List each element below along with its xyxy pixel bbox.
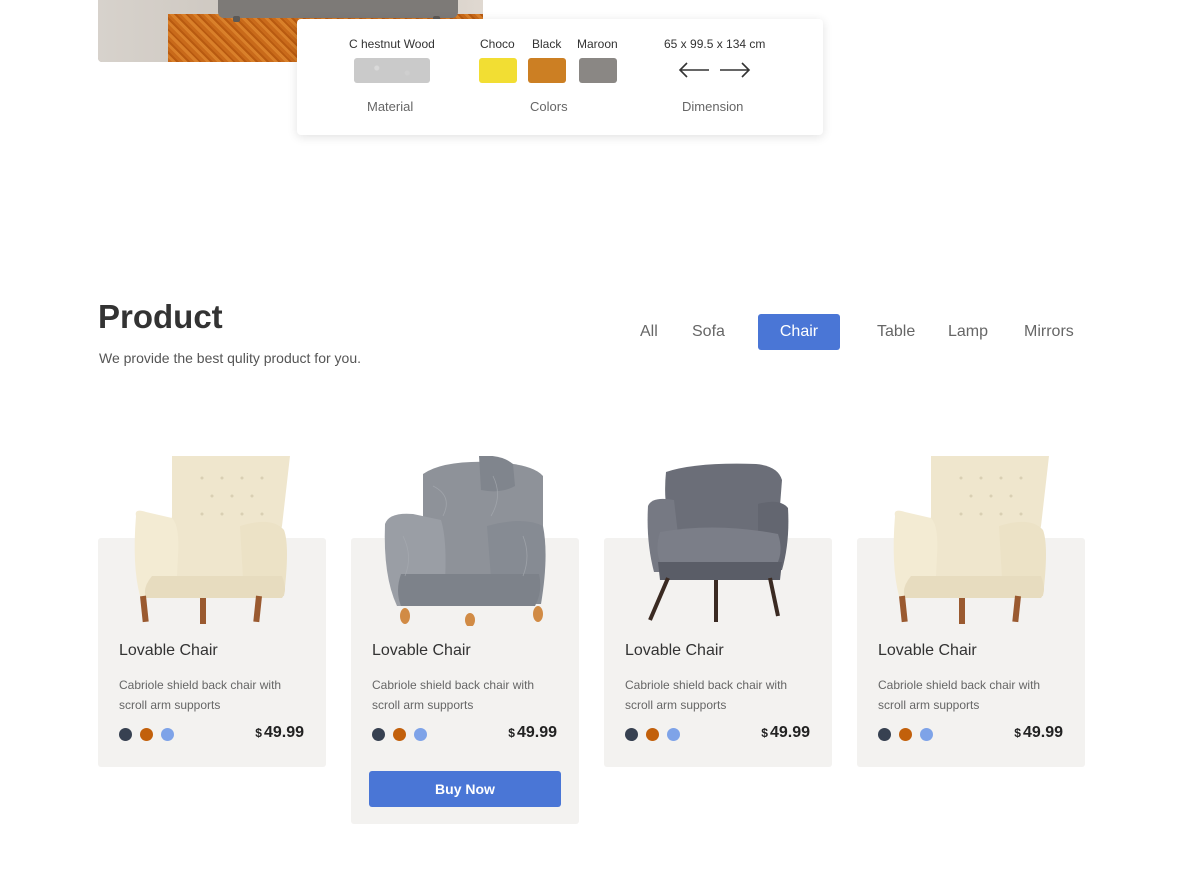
product-card[interactable]: Lovable Chair Cabriole shield back chair… xyxy=(857,456,1085,767)
color-name-choco: Choco xyxy=(480,37,515,51)
color-swatch-black[interactable] xyxy=(528,58,566,83)
filter-sofa[interactable]: Sofa xyxy=(692,323,725,341)
filter-chair[interactable]: Chair xyxy=(758,314,840,350)
section-subtitle: We provide the best qulity product for y… xyxy=(99,350,361,366)
color-dot-blue[interactable] xyxy=(161,728,174,741)
color-swatch-choco[interactable] xyxy=(479,58,517,83)
color-dot-navy[interactable] xyxy=(119,728,132,741)
color-dot-navy[interactable] xyxy=(878,728,891,741)
filter-all[interactable]: All xyxy=(640,323,658,341)
color-dot-navy[interactable] xyxy=(372,728,385,741)
color-dot-orange[interactable] xyxy=(140,728,153,741)
product-card[interactable]: Lovable Chair Cabriole shield back chair… xyxy=(351,456,579,824)
arrow-right-icon[interactable] xyxy=(719,61,751,79)
color-dot-blue[interactable] xyxy=(920,728,933,741)
color-dot-blue[interactable] xyxy=(667,728,680,741)
section-title: Product xyxy=(98,298,223,335)
dimension-label: Dimension xyxy=(682,99,744,114)
product-name: Lovable Chair xyxy=(625,642,724,659)
material-swatch xyxy=(354,58,430,83)
product-name: Lovable Chair xyxy=(372,642,471,659)
color-name-black: Black xyxy=(532,37,562,51)
product-price: $49.99 xyxy=(761,724,810,741)
material-label: Material xyxy=(367,99,414,114)
filter-table[interactable]: Table xyxy=(877,323,915,341)
product-description: Cabriole shield back chair with scroll a… xyxy=(878,678,1041,712)
color-dot-blue[interactable] xyxy=(414,728,427,741)
product-card[interactable]: Lovable Chair Cabriole shield back chair… xyxy=(98,456,326,767)
filter-lamp[interactable]: Lamp xyxy=(948,323,988,341)
product-description: Cabriole shield back chair with scroll a… xyxy=(625,678,788,712)
product-description: Cabriole shield back chair with scroll a… xyxy=(372,678,535,712)
product-price: $49.99 xyxy=(1014,724,1063,741)
color-dot-orange[interactable] xyxy=(393,728,406,741)
material-name: C hestnut Wood xyxy=(349,37,435,51)
color-name-maroon: Maroon xyxy=(577,37,618,51)
color-dot-orange[interactable] xyxy=(899,728,912,741)
product-price: $49.99 xyxy=(255,724,304,741)
filter-mirrors[interactable]: Mirrors xyxy=(1024,323,1074,341)
product-name: Lovable Chair xyxy=(119,642,218,659)
chair-image xyxy=(384,456,546,626)
product-price: $49.99 xyxy=(508,724,557,741)
color-swatch-maroon[interactable] xyxy=(579,58,617,83)
dimension-value: 65 x 99.5 x 134 cm xyxy=(664,37,766,51)
colors-label: Colors xyxy=(530,99,568,114)
chair-image xyxy=(647,463,789,622)
product-spec-card: C hestnut Wood Material Choco Black Maro… xyxy=(297,19,823,135)
product-description: Cabriole shield back chair with scroll a… xyxy=(119,678,282,712)
arrow-left-icon[interactable] xyxy=(678,61,710,79)
chair-image xyxy=(134,456,290,624)
color-dot-navy[interactable] xyxy=(625,728,638,741)
chair-image xyxy=(893,456,1049,624)
buy-now-button[interactable]: Buy Now xyxy=(369,771,561,807)
product-card[interactable]: Lovable Chair Cabriole shield back chair… xyxy=(604,463,832,767)
product-name: Lovable Chair xyxy=(878,642,977,659)
color-dot-orange[interactable] xyxy=(646,728,659,741)
